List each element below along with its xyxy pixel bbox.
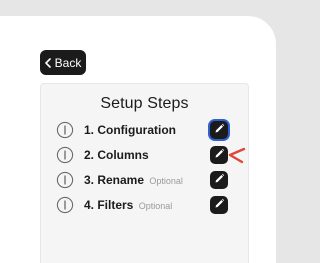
pencil-icon	[214, 171, 225, 189]
back-button-label: Back	[54, 55, 82, 70]
edit-rename-button[interactable]	[210, 171, 228, 189]
step-label: 4. Filters Optional	[84, 198, 173, 212]
chevron-left-icon	[44, 57, 52, 68]
edit-filters-button[interactable]	[210, 196, 228, 214]
edit-configuration-button[interactable]	[210, 121, 228, 139]
info-icon[interactable]	[56, 146, 74, 164]
step-label: 1. Configuration	[84, 123, 176, 137]
optional-tag: Optional	[138, 201, 173, 211]
step-row-columns: 2. Columns	[56, 146, 236, 166]
pencil-icon	[214, 121, 225, 139]
step-row-configuration: 1. Configuration	[56, 121, 236, 141]
edit-columns-button[interactable]	[210, 146, 228, 164]
step-row-rename: 3. Rename Optional	[56, 171, 236, 191]
optional-tag: Optional	[149, 176, 183, 186]
step-row-filters: 4. Filters Optional	[56, 196, 236, 216]
pencil-icon	[214, 196, 225, 214]
back-button[interactable]: Back	[40, 50, 86, 75]
info-icon[interactable]	[56, 121, 74, 139]
info-icon[interactable]	[56, 196, 74, 214]
pencil-icon	[214, 146, 225, 164]
setup-steps-panel: Setup Steps 1. Configuration 2. Columns …	[40, 83, 249, 263]
pointer-chevron-icon	[227, 146, 247, 166]
panel-title: Setup Steps	[100, 95, 189, 112]
step-label: 3. Rename Optional	[84, 173, 183, 187]
info-icon[interactable]	[56, 171, 74, 189]
step-label: 2. Columns	[84, 148, 149, 162]
